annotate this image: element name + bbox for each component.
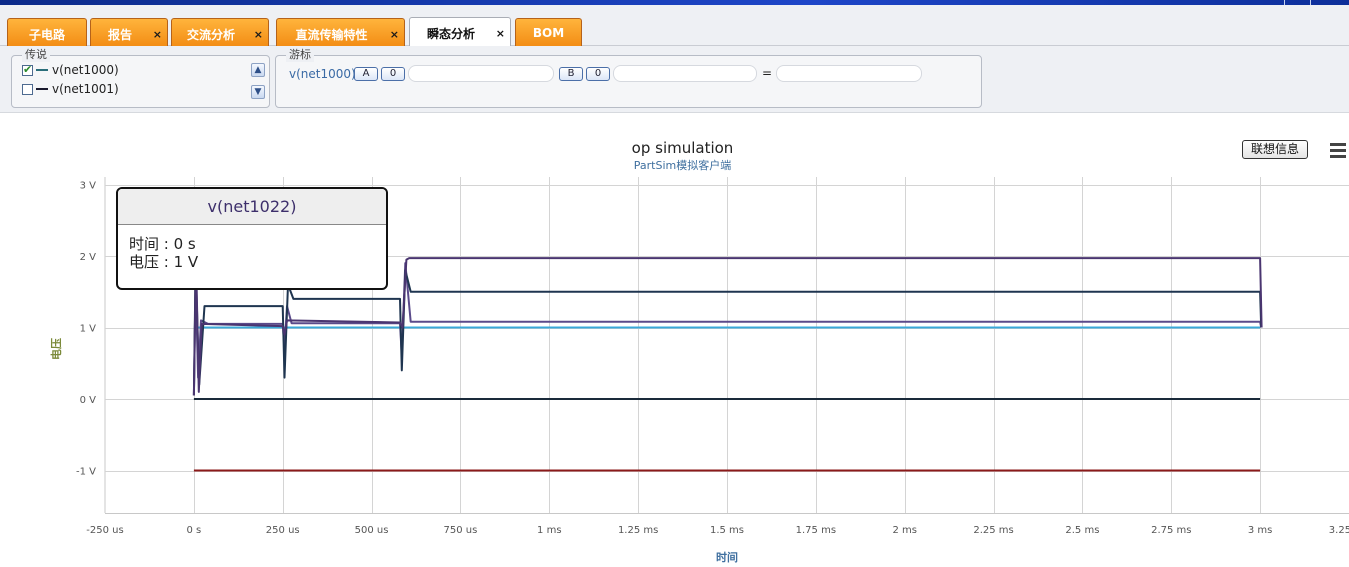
tab-0[interactable]: 子电路 <box>7 18 87 48</box>
chart-title: op simulation <box>631 139 734 157</box>
tab-label: 子电路 <box>28 28 65 42</box>
tab-label: 瞬态分析 <box>426 27 475 41</box>
chart-subtitle: PartSim模拟客户端 <box>633 159 732 172</box>
legend-scroll-down-icon[interactable]: ▼ <box>251 85 265 99</box>
x-tick-label: 2 ms <box>892 525 917 536</box>
x-tick-label: 2.25 ms <box>973 525 1013 536</box>
tab-4[interactable]: 瞬态分析 × <box>409 17 511 49</box>
cursor-b-reset-button[interactable]: 0 <box>586 67 610 81</box>
legend-checkbox-net1001[interactable] <box>22 84 33 95</box>
legend-scroll-up-icon[interactable]: ▲ <box>251 63 265 77</box>
y-tick-label: 1 V <box>80 324 97 335</box>
tab-2[interactable]: 交流分析 × <box>171 18 269 48</box>
legend-item-net1001[interactable]: v(net1001) <box>22 82 119 96</box>
tab-label: 直流传输特性 <box>295 28 368 42</box>
y-tick-label: 0 V <box>80 395 97 406</box>
tooltip-voltage: 电压 : 1 V <box>129 253 199 271</box>
x-tick-label: 0 s <box>186 525 201 536</box>
y-axis-label: 电压 <box>49 338 63 360</box>
tab-label: 交流分析 <box>186 28 235 42</box>
x-tick-label: 1.25 ms <box>618 525 658 536</box>
data-tooltip: v(net1022) 时间 : 0 s 电压 : 1 V <box>116 187 388 290</box>
chart-menu-icon[interactable] <box>1326 140 1348 160</box>
cursor-b-button[interactable]: B <box>559 67 583 81</box>
tab-strip: 子电路 报告 × 交流分析 × 直流传输特性 × 瞬态分析 × BOM <box>0 5 1349 49</box>
x-tick-label: 1.75 ms <box>796 525 836 536</box>
legend-item-label: v(net1000) <box>52 63 119 77</box>
tab-close-icon[interactable]: × <box>390 29 399 40</box>
x-tick-label: 2.5 ms <box>1065 525 1099 536</box>
x-tick-label: 500 us <box>355 525 389 536</box>
x-tick-label: 750 us <box>444 525 478 536</box>
tab-label: 报告 <box>107 28 132 42</box>
y-tick-label: 2 V <box>80 252 97 263</box>
y-tick-label: 3 V <box>80 181 97 192</box>
x-tick-label: -250 us <box>86 525 123 536</box>
tab-close-icon[interactable]: × <box>254 29 263 40</box>
x-tick-label: 3 ms <box>1248 525 1273 536</box>
x-axis-label: 时间 <box>716 550 738 564</box>
cursor-b-value-field[interactable] <box>613 65 757 82</box>
cursor-signal-label[interactable]: v(net1000) <box>289 67 356 81</box>
x-tick-label: 1.5 ms <box>710 525 744 536</box>
control-panel-area: 传说 v(net1000) v(net1001) ▲ ▼ 游标 v(net100… <box>0 46 1349 113</box>
legend-panel-title: 传说 <box>22 48 50 62</box>
legend-line-swatch <box>36 69 48 71</box>
legend-checkbox-net1000[interactable] <box>22 63 33 77</box>
legend-item-net1000[interactable]: v(net1000) <box>22 63 119 77</box>
tab-3[interactable]: 直流传输特性 × <box>276 18 405 48</box>
cursor-panel-title: 游标 <box>286 48 314 62</box>
x-tick-label: 250 us <box>266 525 300 536</box>
legend-panel: 传说 v(net1000) v(net1001) ▲ ▼ <box>11 48 270 108</box>
tooltip-time: 时间 : 0 s <box>129 235 196 253</box>
legend-line-swatch <box>36 88 48 90</box>
cursor-a-reset-button[interactable]: 0 <box>381 67 405 81</box>
tab-label: BOM <box>532 26 565 40</box>
x-tick-label: 3.25 ms <box>1329 525 1349 536</box>
legend-item-label: v(net1001) <box>52 82 119 96</box>
tab-close-icon[interactable]: × <box>153 29 162 40</box>
cursor-panel: 游标 v(net1000) A 0 B 0 = <box>275 48 982 108</box>
y-tick-label: -1 V <box>76 467 96 478</box>
tab-close-icon[interactable]: × <box>496 28 505 39</box>
x-tick-label: 2.75 ms <box>1151 525 1191 536</box>
cursor-equals-sign: = <box>762 66 773 80</box>
assoc-info-button[interactable]: 联想信息 <box>1242 140 1308 159</box>
cursor-a-button[interactable]: A <box>354 67 378 81</box>
cursor-diff-value-field[interactable] <box>776 65 922 82</box>
cursor-a-value-field[interactable] <box>408 65 554 82</box>
x-tick-label: 1 ms <box>537 525 562 536</box>
tab-1[interactable]: 报告 × <box>90 18 168 48</box>
tooltip-header: v(net1022) <box>118 189 386 225</box>
tab-5[interactable]: BOM <box>515 18 582 48</box>
